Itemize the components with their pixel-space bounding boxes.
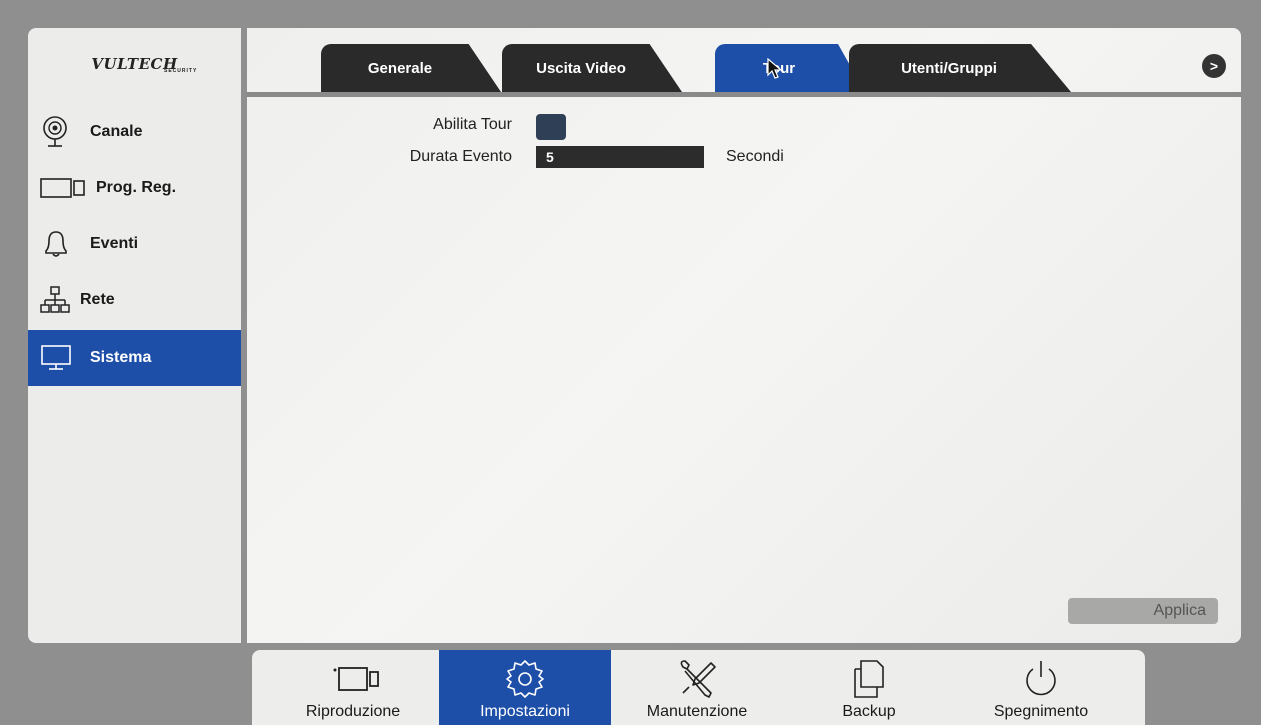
- duration-unit: Secondi: [726, 148, 784, 165]
- tab-label: Generale: [367, 59, 433, 77]
- gear-icon: [503, 655, 547, 703]
- sidebar-item-label: Sistema: [90, 349, 152, 366]
- tab-scroll-next-button[interactable]: >: [1202, 54, 1226, 78]
- sidebar-item-eventi[interactable]: Eventi: [28, 216, 241, 272]
- toolbar-riproduzione[interactable]: Riproduzione: [267, 650, 439, 725]
- tab-uscita-video[interactable]: Uscita Video: [502, 44, 682, 92]
- playback-camera-icon: [321, 655, 385, 703]
- enable-tour-checkbox[interactable]: [536, 114, 566, 140]
- toolbar-backup[interactable]: Backup: [783, 650, 955, 725]
- sidebar-item-canale[interactable]: Canale: [28, 104, 241, 160]
- toolbar-manutenzione[interactable]: Manutenzione: [611, 650, 783, 725]
- bottom-toolbar: Riproduzione Impostazioni Manutenzione B…: [252, 650, 1145, 725]
- camera-icon: [40, 114, 90, 150]
- toolbar-label: Backup: [842, 703, 896, 720]
- power-icon: [1019, 655, 1063, 703]
- sidebar: VULTECH SECURITY Canale Prog. Reg. Event…: [28, 28, 241, 643]
- brand-logo-sub: SECURITY: [164, 68, 198, 74]
- toolbar-spegnimento[interactable]: Spegnimento: [955, 650, 1127, 725]
- sidebar-item-label: Canale: [90, 123, 143, 140]
- network-icon: [40, 282, 80, 318]
- tab-label: Utenti/Gruppi: [901, 59, 997, 77]
- enable-tour-label: Abilita Tour: [433, 116, 512, 133]
- toolbar-label: Manutenzione: [646, 703, 748, 720]
- brand-logo: VULTECH SECURITY: [28, 28, 241, 100]
- monitor-icon: [40, 340, 90, 376]
- tab-utenti-gruppi[interactable]: Utenti/Gruppi: [849, 44, 1071, 92]
- tab-tour[interactable]: Tour: [715, 44, 865, 92]
- toolbar-impostazioni[interactable]: Impostazioni: [439, 650, 611, 725]
- settings-panel: Generale Uscita Video Tour Utenti/Gruppi…: [241, 28, 1241, 643]
- copy-icon: [847, 655, 891, 703]
- duration-input[interactable]: 5: [536, 146, 704, 168]
- mouse-cursor-icon: [767, 58, 783, 79]
- dvr-screen: VULTECH SECURITY Canale Prog. Reg. Event…: [0, 0, 1261, 725]
- sidebar-item-label: Prog. Reg.: [96, 179, 177, 196]
- tools-icon: [675, 655, 719, 703]
- sidebar-item-rete[interactable]: Rete: [28, 272, 241, 328]
- bell-icon: [40, 226, 90, 262]
- sidebar-item-label: Eventi: [90, 235, 139, 252]
- sidebar-item-sistema[interactable]: Sistema: [28, 330, 241, 386]
- toolbar-label: Riproduzione: [305, 703, 401, 720]
- toolbar-label: Spegnimento: [993, 703, 1089, 720]
- record-schedule-icon: [40, 170, 96, 206]
- duration-label: Durata Evento: [409, 148, 512, 165]
- apply-button-label: Applica: [1153, 602, 1206, 619]
- apply-button[interactable]: Applica: [1068, 598, 1218, 624]
- toolbar-label: Impostazioni: [480, 703, 570, 720]
- tab-bar: Generale Uscita Video Tour Utenti/Gruppi…: [247, 28, 1241, 97]
- sidebar-item-label: Rete: [80, 291, 115, 308]
- chevron-right-icon: >: [1209, 58, 1219, 74]
- tab-generale[interactable]: Generale: [321, 44, 501, 92]
- tab-label: Uscita Video: [536, 59, 626, 77]
- sidebar-item-prog-reg[interactable]: Prog. Reg.: [28, 160, 241, 216]
